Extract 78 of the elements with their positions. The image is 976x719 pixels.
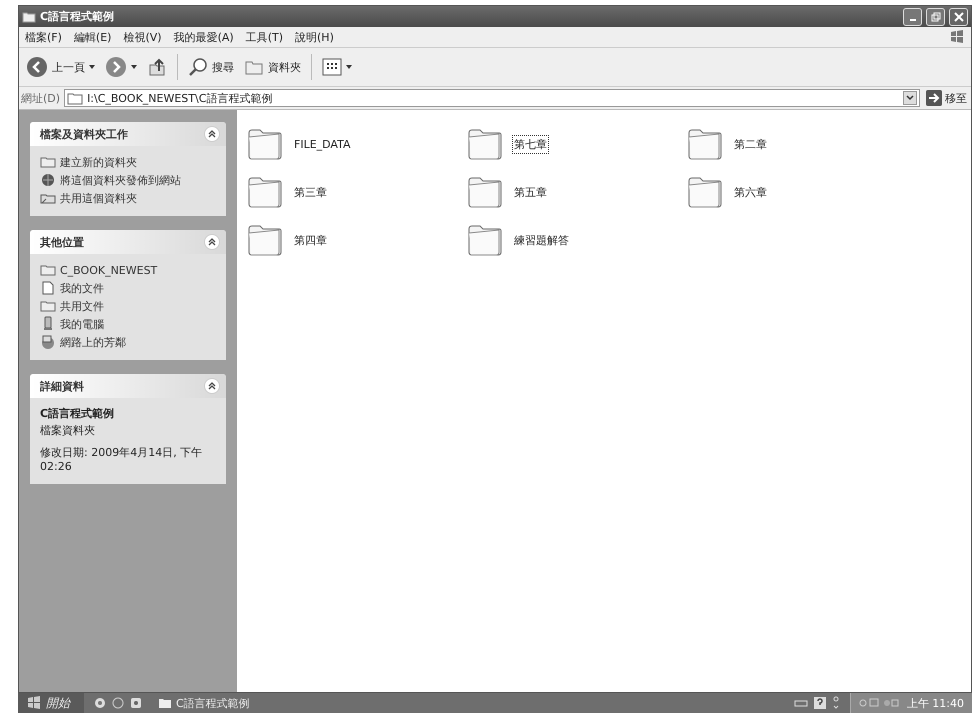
search-button[interactable]: 搜尋 [185, 55, 237, 79]
task-link[interactable]: 將這個資料夾發佈到網站 [60, 172, 181, 188]
restore-icon [930, 12, 940, 22]
folder-icon[interactable] [247, 223, 283, 257]
address-label: 網址(D) [21, 90, 60, 106]
close-button[interactable] [949, 8, 968, 26]
forward-icon [105, 56, 127, 78]
folder-icon [67, 91, 84, 105]
grid-view-icon [322, 58, 342, 76]
panel-header[interactable]: 詳細資料 [30, 374, 226, 398]
folder-icon[interactable] [467, 175, 503, 209]
task-link[interactable]: 共用這個資料夾 [60, 190, 137, 206]
start-button[interactable]: 開始 [18, 693, 84, 713]
panel-header[interactable]: 其他位置 [30, 230, 226, 254]
modified-date: 修改日期: 2009年4月14日, 下午 02:26 [40, 446, 204, 474]
clock[interactable]: 上午 11:40 [906, 696, 964, 710]
folder-icon[interactable] [467, 127, 503, 161]
windows-logo-icon [949, 29, 965, 45]
panel-title: 檔案及資料夾工作 [40, 126, 128, 142]
task-link[interactable]: 網路上的芳鄰 [60, 334, 126, 350]
back-icon [26, 56, 48, 78]
collapse-icon[interactable] [204, 126, 220, 142]
caret-icon [89, 65, 95, 69]
folder-icon[interactable] [247, 127, 283, 161]
window-title: C語言程式範例 [40, 9, 114, 24]
search-icon [188, 57, 208, 77]
go-button[interactable]: 移至 [924, 90, 969, 106]
menu-item[interactable]: 工具(T) [246, 30, 283, 44]
panel-title: 其他位置 [40, 234, 84, 250]
panel-title: 詳細資料 [40, 378, 84, 394]
windows-logo-icon [26, 695, 42, 711]
folder-icon[interactable] [687, 127, 723, 161]
dropdown-icon [903, 91, 917, 105]
menu-item[interactable]: 檔案(F) [25, 30, 62, 44]
task-link[interactable]: 我的文件 [60, 280, 104, 296]
caret-icon [131, 65, 137, 69]
folders-button[interactable]: 資料夾 [241, 55, 304, 79]
folder-icon [158, 697, 172, 709]
task-link[interactable]: 我的電腦 [60, 316, 104, 332]
folder-icon[interactable] [247, 175, 283, 209]
folder-name[interactable]: 第二章 [733, 136, 768, 152]
item-type: 檔案資料夾 [40, 423, 96, 438]
folder-up-icon [147, 57, 167, 77]
close-icon [954, 12, 964, 22]
help-icon[interactable] [814, 697, 826, 709]
folder-name[interactable]: 第七章 [513, 136, 548, 152]
keyboard-icon[interactable] [794, 698, 808, 708]
panel-header[interactable]: 檔案及資料夾工作 [30, 122, 226, 146]
menu-item[interactable]: 我的最愛(A) [174, 30, 234, 44]
collapse-icon[interactable] [204, 234, 220, 250]
task-link[interactable]: 共用文件 [60, 298, 104, 314]
minimize-icon [910, 19, 916, 21]
menu-item[interactable]: 檢視(V) [123, 30, 162, 44]
taskbar-button[interactable]: C語言程式範例 [152, 694, 312, 712]
folder-icon[interactable] [687, 175, 723, 209]
browser-icon[interactable] [94, 697, 106, 709]
minimize-button[interactable] [903, 8, 922, 26]
collapse-icon[interactable] [204, 378, 220, 394]
address-field[interactable]: I:\C_BOOK_NEWEST\C語言程式範例 [64, 89, 920, 107]
menu-item[interactable]: 編輯(E) [74, 30, 112, 44]
folder-icon[interactable] [467, 223, 503, 257]
folder-name[interactable]: 第六章 [733, 184, 768, 200]
caret-icon [346, 65, 352, 69]
back-button[interactable]: 上一頁 [23, 54, 98, 80]
arrow-icon [926, 90, 942, 106]
folder-name[interactable]: 練習題解答 [513, 232, 570, 248]
task-link[interactable]: 建立新的資料夾 [60, 154, 137, 170]
document-icon [40, 280, 56, 296]
media-icon[interactable] [130, 697, 142, 709]
menu-item[interactable]: 說明(H) [295, 30, 334, 44]
restore-button[interactable] [926, 8, 945, 26]
folder-name[interactable]: FILE_DATA [293, 136, 352, 152]
folder-name[interactable]: 第四章 [293, 232, 328, 248]
folder-icon [22, 10, 36, 22]
folder-name[interactable]: 第五章 [513, 184, 548, 200]
folder-name[interactable]: 第三章 [293, 184, 328, 200]
item-name: C語言程式範例 [40, 406, 116, 421]
task-link[interactable]: C_BOOK_NEWEST [60, 264, 158, 276]
